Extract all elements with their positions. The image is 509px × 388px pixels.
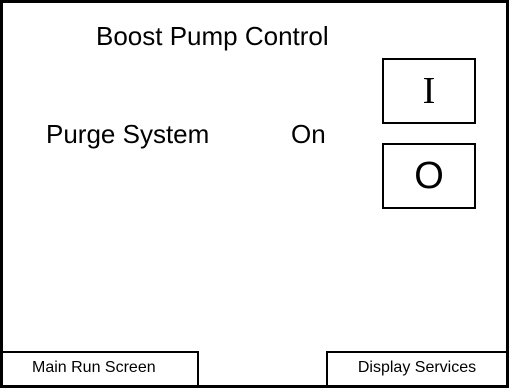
display-services-label: Display Services <box>357 359 477 376</box>
main-run-screen-label: Main Run Screen <box>32 359 156 376</box>
display-services-button[interactable]: Display Services <box>326 351 506 385</box>
on-button-label: I <box>422 70 436 112</box>
purge-system-label: Purge System <box>46 119 210 149</box>
main-run-screen-button[interactable]: Main Run Screen <box>3 351 199 385</box>
off-button[interactable]: O <box>382 143 476 209</box>
boost-pump-control-screen: Boost Pump Control Purge System On I O M… <box>0 0 509 388</box>
page-title: Boost Pump Control <box>96 21 329 51</box>
off-button-label: O <box>414 154 444 197</box>
on-button[interactable]: I <box>382 58 476 124</box>
purge-system-status-value: On <box>291 119 326 149</box>
